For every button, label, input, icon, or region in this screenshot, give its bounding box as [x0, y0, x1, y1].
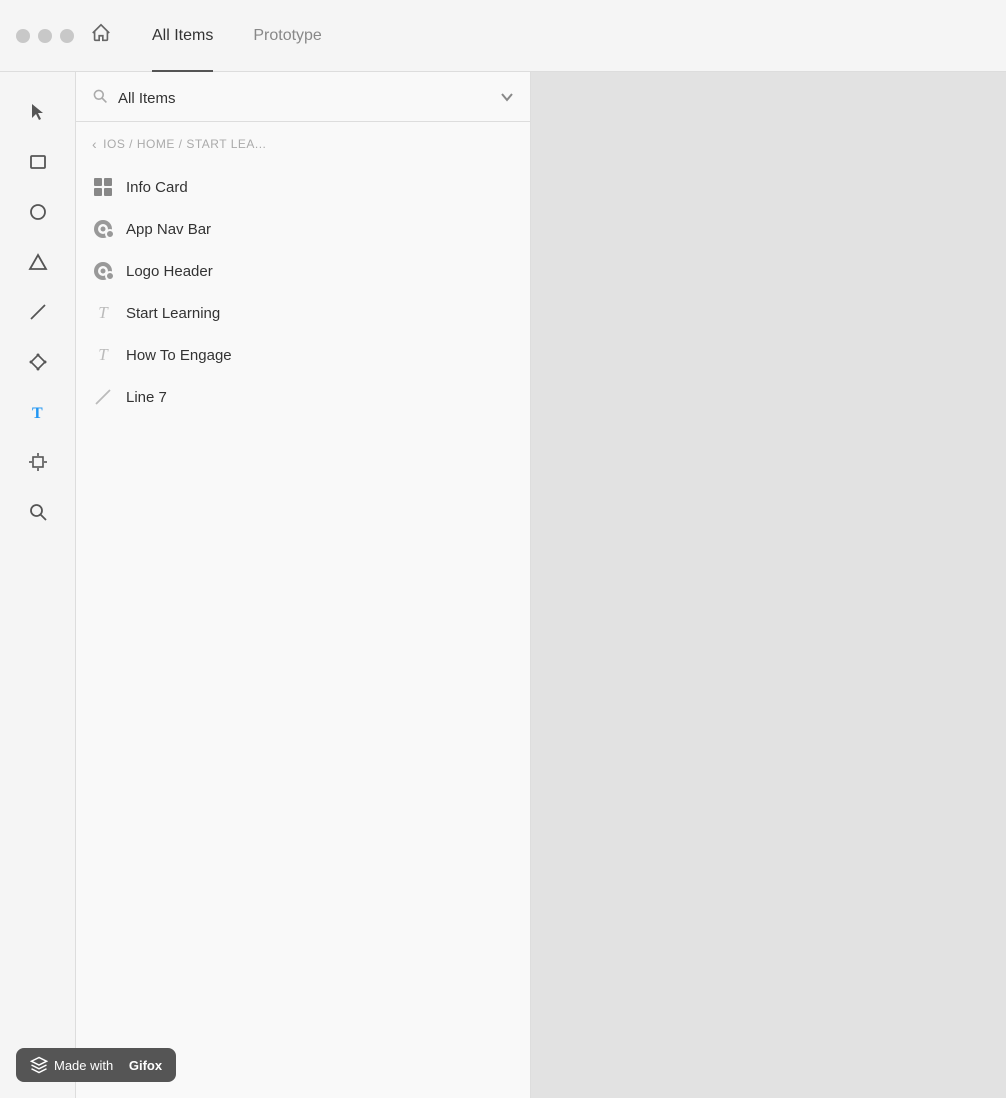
triangle-tool[interactable]: [18, 242, 58, 282]
layer-item-line-7[interactable]: Line 7: [76, 376, 530, 418]
layer-icon-component-1: [92, 218, 114, 240]
home-icon[interactable]: [90, 22, 112, 50]
layer-icon-line: [92, 386, 114, 408]
layer-item-logo-header[interactable]: Logo Header: [76, 250, 530, 292]
search-bar: [76, 72, 530, 122]
search-icon: [92, 88, 108, 109]
dropdown-icon[interactable]: [500, 90, 514, 107]
tab-design[interactable]: All Items: [132, 0, 233, 72]
layer-item-how-to-engage[interactable]: T How To Engage: [76, 334, 530, 376]
breadcrumb: ‹ IOS / HOME / START LEA...: [76, 122, 530, 166]
layer-name-how-to-engage: How To Engage: [126, 347, 232, 364]
layer-name-logo-header: Logo Header: [126, 263, 213, 280]
layer-name-start-learning: Start Learning: [126, 305, 220, 322]
artboard-tool[interactable]: [18, 442, 58, 482]
layer-icon-component-2: [92, 260, 114, 282]
gifox-badge: Made with Gifox: [16, 1048, 176, 1082]
badge-brand: Gifox: [129, 1058, 162, 1073]
maximize-dot[interactable]: [60, 29, 74, 43]
left-toolbar: T: [0, 72, 76, 1098]
titlebar: All Items Prototype: [0, 0, 1006, 72]
layer-name-info-card: Info Card: [126, 179, 188, 196]
circle-tool[interactable]: [18, 192, 58, 232]
layers-panel: ‹ IOS / HOME / START LEA... Info Card: [76, 72, 531, 1098]
layer-name-line-7: Line 7: [126, 389, 167, 406]
tab-bar: All Items Prototype: [132, 0, 342, 72]
search-tool[interactable]: [18, 492, 58, 532]
badge-prefix: Made with: [54, 1058, 113, 1073]
pen-tool[interactable]: [18, 342, 58, 382]
rectangle-tool[interactable]: [18, 142, 58, 182]
layer-item-info-card[interactable]: Info Card: [76, 166, 530, 208]
layer-item-app-nav-bar[interactable]: App Nav Bar: [76, 208, 530, 250]
select-tool[interactable]: [18, 92, 58, 132]
window-controls: [16, 29, 74, 43]
layer-name-app-nav-bar: App Nav Bar: [126, 221, 211, 238]
breadcrumb-path: IOS / HOME / START LEA...: [103, 137, 266, 151]
canvas-area[interactable]: [531, 72, 1006, 1098]
main-layout: T: [0, 72, 1006, 1098]
layer-icon-text-2: T: [92, 344, 114, 366]
line-tool[interactable]: [18, 292, 58, 332]
svg-text:T: T: [32, 405, 43, 422]
layer-item-start-learning[interactable]: T Start Learning: [76, 292, 530, 334]
search-input[interactable]: [118, 90, 490, 107]
close-dot[interactable]: [16, 29, 30, 43]
back-button[interactable]: ‹: [92, 136, 97, 152]
layer-icon-grid: [92, 176, 114, 198]
minimize-dot[interactable]: [38, 29, 52, 43]
layers-list: Info Card App Nav Bar: [76, 166, 530, 418]
text-tool[interactable]: T: [18, 392, 58, 432]
tab-prototype[interactable]: Prototype: [233, 0, 341, 72]
layer-icon-text-1: T: [92, 302, 114, 324]
